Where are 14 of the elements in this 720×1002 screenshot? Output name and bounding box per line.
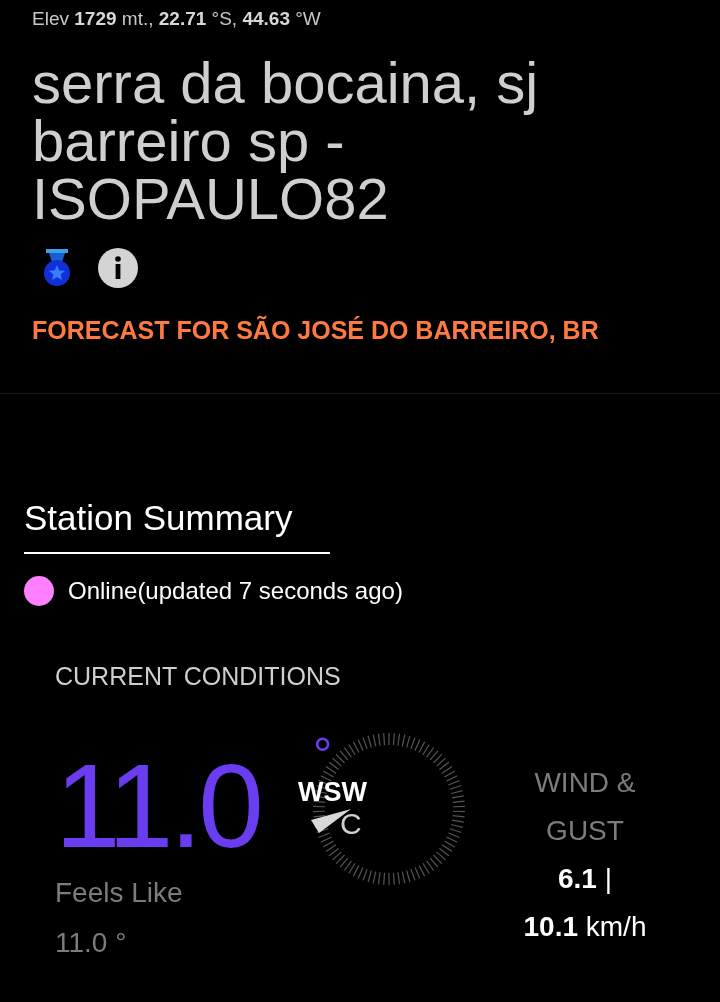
station-title: serra da bocaina, sj barreiro sp - ISOPAULO82 (32, 54, 540, 228)
temperature-value: 11.0 (55, 740, 260, 872)
forecast-link[interactable]: FORECAST FOR SÃO JOSÉ DO BARREIRO, BR (32, 316, 599, 345)
gust-speed: 10.1 km/h (522, 910, 648, 944)
temperature-unit: C (340, 807, 362, 841)
conditions-heading: CURRENT CONDITIONS (55, 662, 342, 691)
feels-like-label: Feels Like (55, 877, 184, 909)
info-icon[interactable] (98, 248, 138, 288)
feels-like-value: 11.0 ° (55, 927, 128, 959)
section-heading: Station Summary (24, 498, 330, 554)
location-line: Elev 1729 mt., 22.71 °S, 44.63 °W (32, 8, 322, 30)
status-text: Online(updated 7 seconds ago) (68, 577, 403, 605)
wind-label: WIND & GUST (533, 766, 637, 848)
wind-speed: 6.1 | (557, 862, 613, 896)
